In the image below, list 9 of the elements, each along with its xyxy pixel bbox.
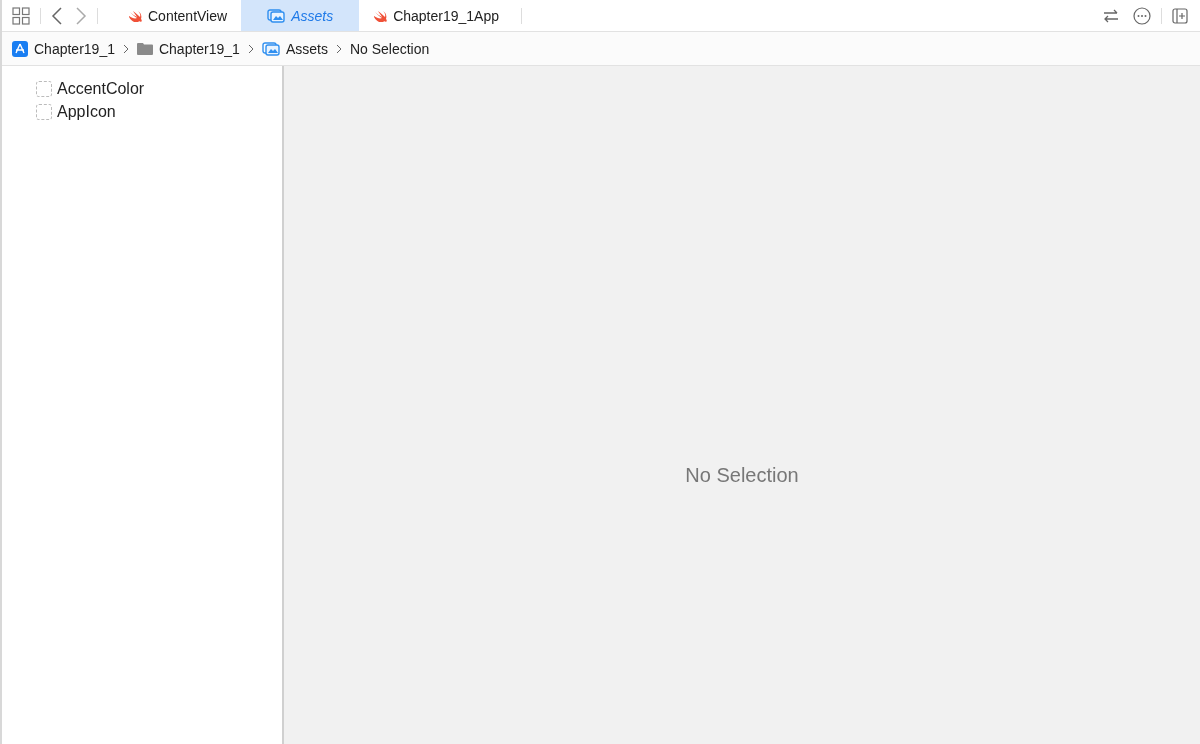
no-selection-message: No Selection [685,464,799,487]
breadcrumb-item[interactable]: Chapter19_1 [136,40,240,57]
editor-tab[interactable]: ContentView [114,0,242,31]
asset-name[interactable]: AccentColor [57,80,145,98]
breadcrumb-item[interactable]: No Selection [349,40,430,57]
editor-tab[interactable]: Chapter19_1App [359,0,513,31]
breadcrumb-item[interactable]: Chapter19_1 [12,40,115,57]
breadcrumb-item[interactable]: Assets [261,40,328,57]
asset-name[interactable]: AppIcon [57,103,116,121]
